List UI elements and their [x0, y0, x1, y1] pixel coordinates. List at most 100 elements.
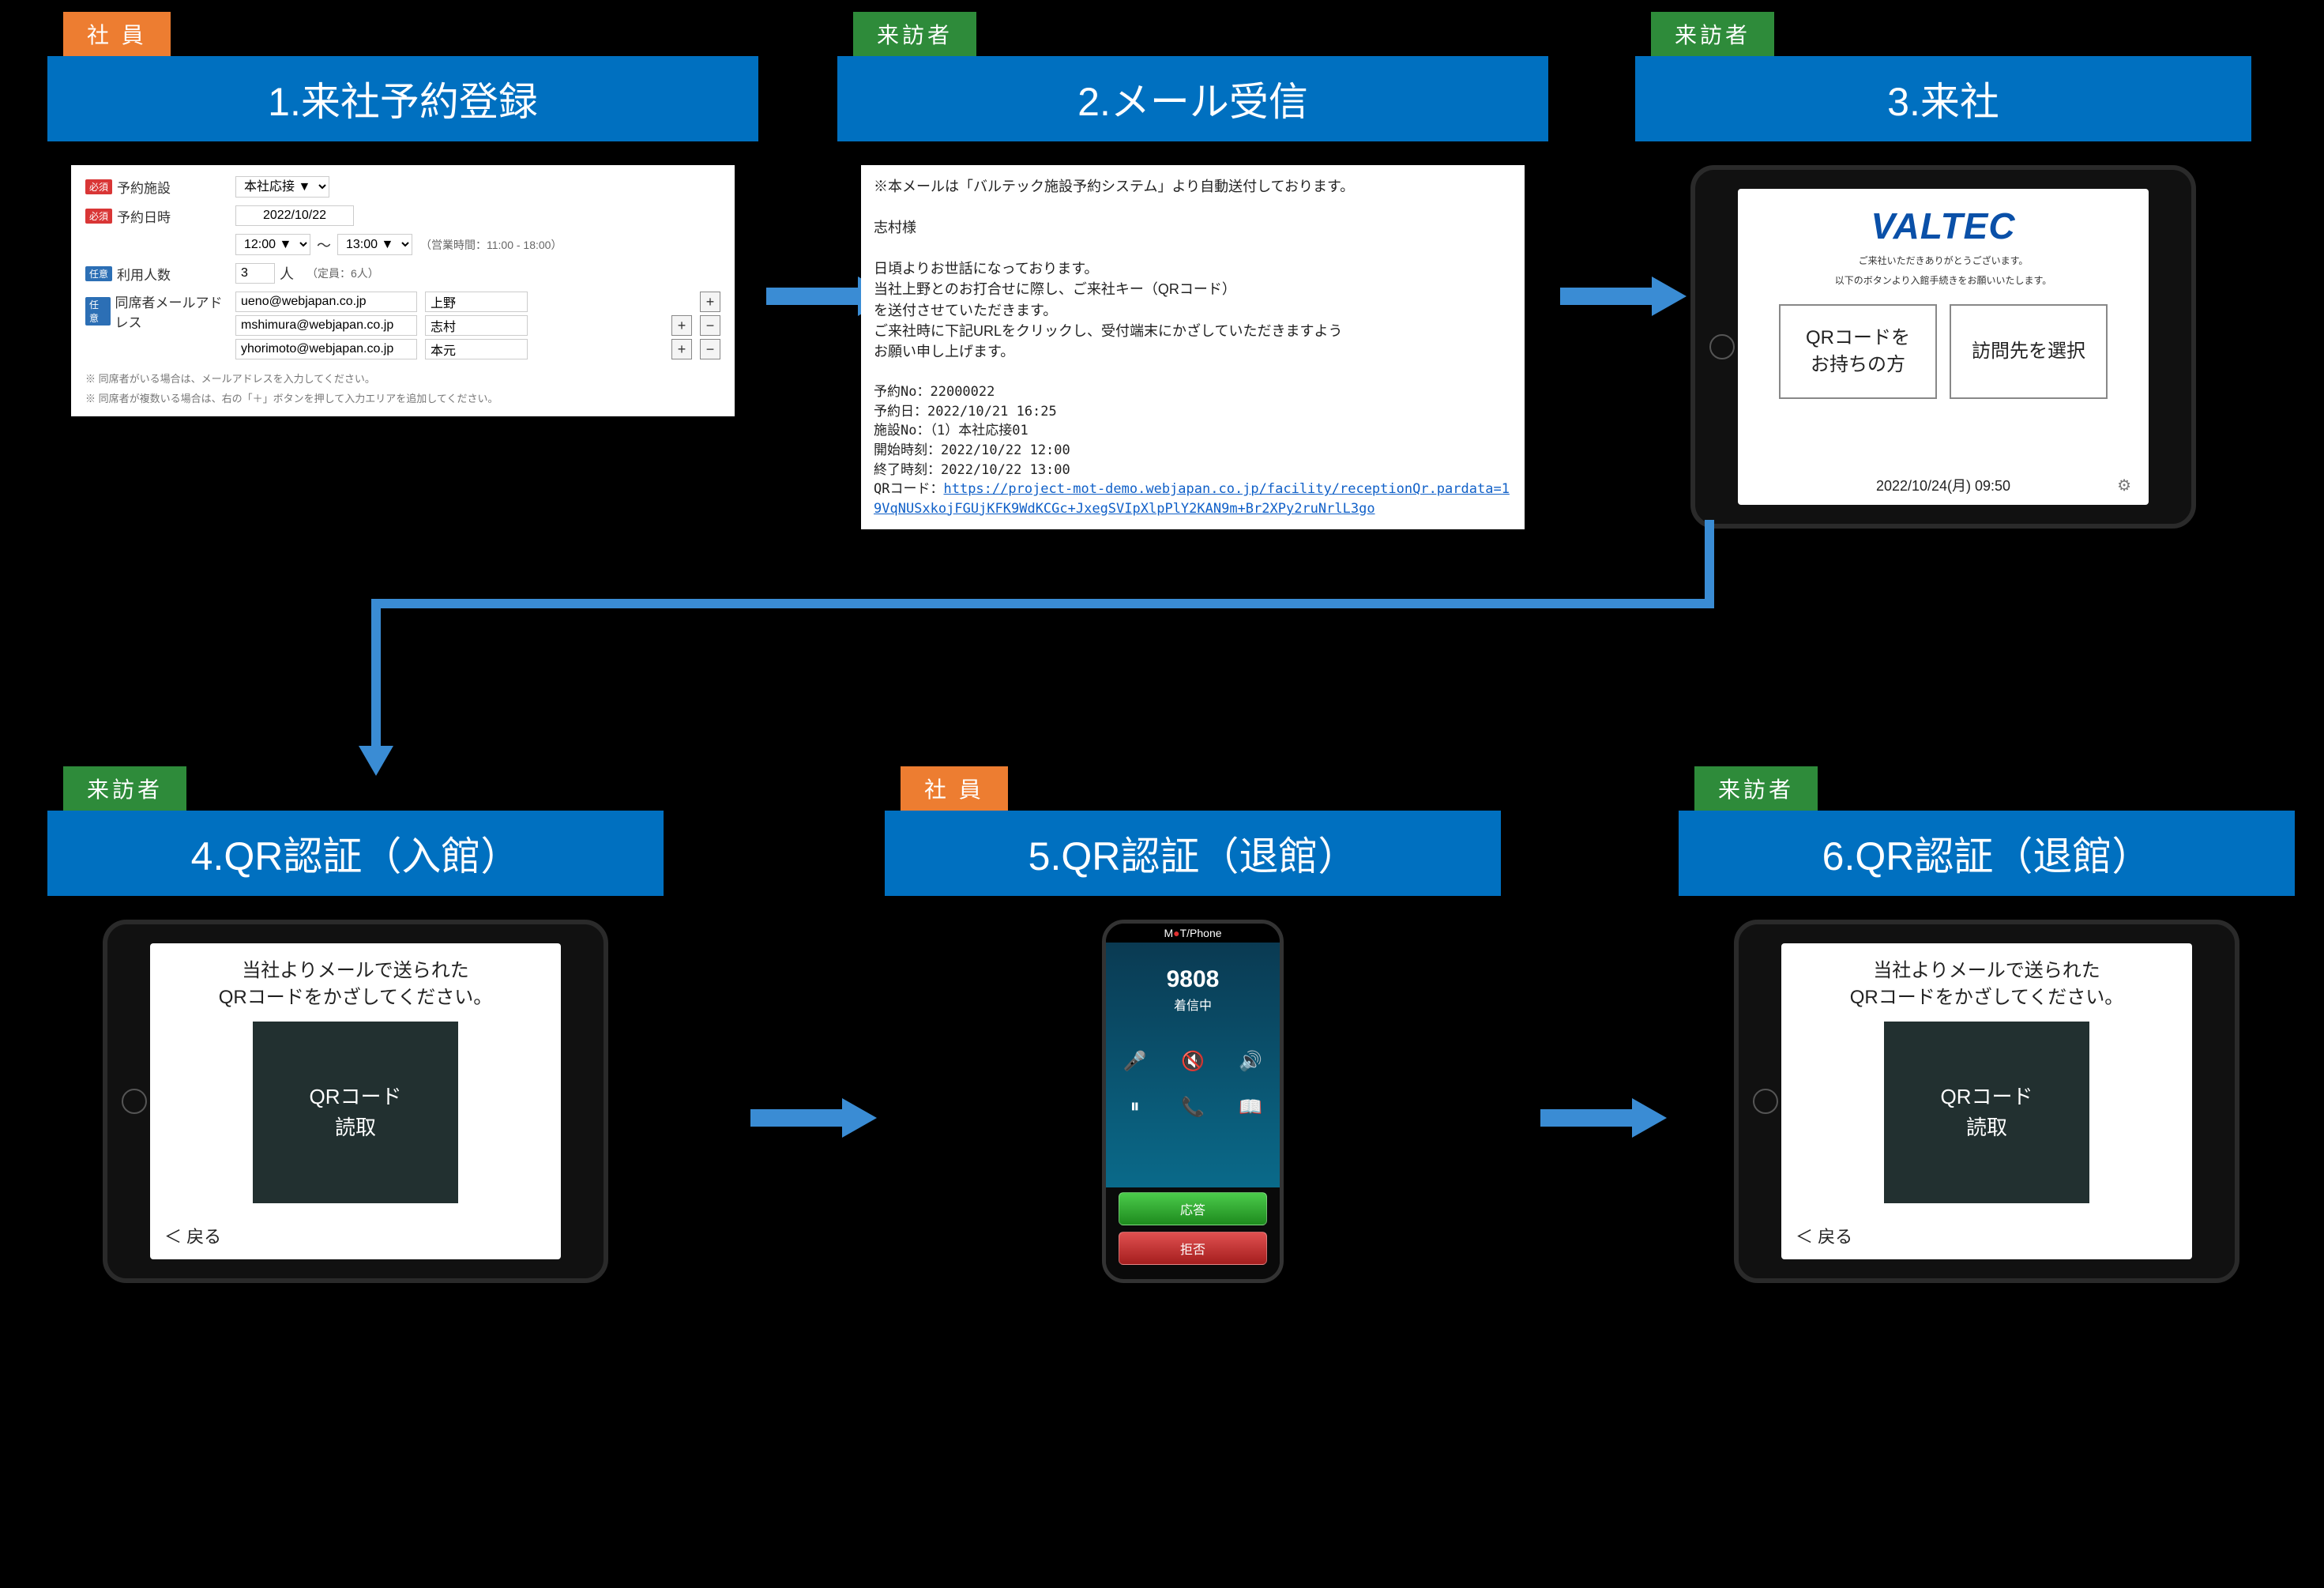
- label-date: 予約日時: [117, 206, 171, 226]
- time-from-select[interactable]: 12:00 ▼: [235, 234, 310, 255]
- email-line: を送付させていただきます。: [874, 300, 1512, 321]
- call-status: 着信中: [1106, 995, 1280, 1014]
- arrow-icon: [1540, 1098, 1667, 1138]
- qr-url-link[interactable]: https://project-mot-demo.webjapan.co.jp/…: [874, 481, 1510, 517]
- time-sep: ～: [317, 235, 331, 255]
- incoming-number: 9808: [1106, 943, 1280, 993]
- role-tag-visitor: 来訪者: [1651, 12, 1774, 56]
- role-tag-visitor: 来訪者: [1694, 766, 1818, 811]
- home-button-icon: [1709, 334, 1735, 359]
- form-footnote: ※ 同席者がいる場合は、メールアドレスを入力してください。: [85, 371, 720, 386]
- answer-button[interactable]: 応答: [1119, 1192, 1267, 1225]
- home-button-icon: [1753, 1089, 1778, 1114]
- capacity-note: （定員：6人）: [306, 265, 379, 281]
- date-input[interactable]: [235, 205, 354, 226]
- nav-back-icon[interactable]: ◁: [1130, 1278, 1141, 1283]
- field-value: 2022/10/22 13:00: [941, 462, 1070, 478]
- required-badge: 必須: [85, 209, 112, 224]
- qr-scan-box[interactable]: QRコード 読取: [253, 1022, 458, 1203]
- email-addr-input[interactable]: [235, 315, 417, 336]
- email-addr-input[interactable]: [235, 292, 417, 312]
- people-unit: 人: [280, 263, 294, 284]
- step-3: 来訪者 3.来社 VALTEC ご来社いただきありがとうございます。 以下のボタ…: [1635, 12, 2251, 529]
- field-label: 施設No：: [874, 423, 930, 438]
- form-footnote: ※ 同席者が複数いる場合は、右の「＋」ボタンを押して入力エリアを追加してください…: [85, 390, 720, 405]
- qr-instruction: 当社よりメールで送られた: [150, 958, 561, 984]
- people-input[interactable]: [235, 263, 275, 284]
- add-row-button[interactable]: +: [671, 315, 692, 336]
- add-row-button[interactable]: +: [671, 339, 692, 359]
- pause-icon[interactable]: ⏸: [1119, 1091, 1151, 1123]
- gear-icon[interactable]: ⚙: [2117, 476, 2131, 495]
- flow-connector: [371, 599, 1714, 777]
- email-name-input[interactable]: [425, 339, 528, 359]
- mic-icon[interactable]: 🎤: [1119, 1045, 1151, 1077]
- tablet-device: 当社よりメールで送られた QRコードをかざしてください。 QRコード 読取 ＜ …: [1734, 920, 2239, 1283]
- field-label: 終了時刻：: [874, 462, 941, 478]
- step1-title: 1.来社予約登録: [47, 56, 758, 141]
- qr-instruction: QRコードをかざしてください。: [150, 984, 561, 1011]
- email-addr-input[interactable]: [235, 339, 417, 359]
- step3-title: 3.来社: [1635, 56, 2251, 141]
- field-label: 予約No：: [874, 384, 930, 400]
- nav-home-icon[interactable]: ○: [1190, 1278, 1198, 1283]
- email-line: 当社上野とのお打合せに際し、ご来社キー（QRコード）: [874, 279, 1512, 299]
- field-value: 2022/10/22 12:00: [941, 442, 1070, 458]
- email-name-input[interactable]: [425, 292, 528, 312]
- nav-recent-icon[interactable]: □: [1247, 1278, 1255, 1283]
- email-name-input[interactable]: [425, 315, 528, 336]
- tablet-device: 当社よりメールで送られた QRコードをかざしてください。 QRコード 読取 ＜ …: [103, 920, 608, 1283]
- email-row: + −: [235, 315, 720, 336]
- required-badge: 必須: [85, 179, 112, 194]
- back-button[interactable]: ＜ 戻る: [164, 1223, 221, 1248]
- qr-scan-screen: 当社よりメールで送られた QRコードをかざしてください。 QRコード 読取 ＜ …: [150, 943, 561, 1259]
- optional-badge: 任意: [85, 297, 111, 326]
- add-row-button[interactable]: +: [700, 292, 720, 312]
- contacts-icon[interactable]: 📖: [1235, 1091, 1266, 1123]
- optional-badge: 任意: [85, 266, 112, 281]
- tablet-device: VALTEC ご来社いただきありがとうございます。 以下のボタンより入館手続きを…: [1690, 165, 2196, 529]
- step2-title: 2.メール受信: [837, 56, 1548, 141]
- home-button-icon: [122, 1089, 147, 1114]
- select-destination-button[interactable]: 訪問先を選択: [1950, 304, 2108, 399]
- field-value: 22000022: [930, 384, 995, 400]
- speaker-icon[interactable]: 🔊: [1235, 1045, 1266, 1077]
- label-people: 利用人数: [117, 264, 171, 284]
- phone-device: M●T/Phone 9808 着信中 🎤 🔇 🔊 ⏸ 📞 📖 応答 拒否: [1102, 920, 1284, 1283]
- email-body: ※本メールは「バルテック施設予約システム」より自動送付しております。 志村様 日…: [861, 165, 1525, 529]
- step6-title: 6.QR認証（退館）: [1679, 811, 2295, 896]
- location-select[interactable]: 本社応接 ▼: [235, 176, 329, 198]
- email-header: ※本メールは「バルテック施設予約システム」より自動送付しております。: [874, 176, 1512, 197]
- remove-row-button[interactable]: −: [700, 339, 720, 359]
- field-value: 2022/10/21 16:25: [927, 404, 1057, 420]
- phone-app-name: M●T/Phone: [1106, 924, 1280, 943]
- role-tag-visitor: 来訪者: [853, 12, 976, 56]
- step-2: 来訪者 2.メール受信 ※本メールは「バルテック施設予約システム」より自動送付し…: [837, 12, 1548, 529]
- remove-row-button[interactable]: −: [700, 315, 720, 336]
- mute-icon[interactable]: 🔇: [1177, 1045, 1209, 1077]
- qr-instruction: 当社よりメールで送られた: [1781, 958, 2192, 984]
- reception-subtitle: 以下のボタンより入館手続きをお願いいたします。: [1738, 273, 2149, 287]
- email-row: +: [235, 292, 720, 312]
- qr-scan-box[interactable]: QRコード 読取: [1884, 1022, 2089, 1203]
- reject-button[interactable]: 拒否: [1119, 1232, 1267, 1265]
- email-row: + −: [235, 339, 720, 359]
- reservation-form: 必須予約施設 本社応接 ▼ 必須予約日時 12:00 ▼ ～ 13:00 ▼ （…: [71, 165, 735, 416]
- phone-icon[interactable]: 📞: [1177, 1091, 1209, 1123]
- role-tag-employee: 社 員: [901, 766, 1008, 811]
- reception-screen: VALTEC ご来社いただきありがとうございます。 以下のボタンより入館手続きを…: [1738, 189, 2149, 505]
- email-line: お願い申し上げます。: [874, 341, 1512, 362]
- time-to-select[interactable]: 13:00 ▼: [337, 234, 412, 255]
- reception-subtitle: ご来社いただきありがとうございます。: [1738, 254, 2149, 267]
- step-4: 来訪者 4.QR認証（入館） 当社よりメールで送られた QRコードをかざしてくだ…: [47, 766, 664, 1283]
- hours-note: （営業時間：11:00 - 18:00）: [420, 237, 562, 253]
- role-tag-visitor: 来訪者: [63, 766, 186, 811]
- back-button[interactable]: ＜ 戻る: [1796, 1223, 1852, 1248]
- qr-holder-button[interactable]: QRコードを お持ちの方: [1779, 304, 1937, 399]
- email-line: ご来社時に下記URLをクリックし、受付端末にかざしていただきますよう: [874, 321, 1512, 341]
- field-label: 予約日：: [874, 404, 927, 420]
- label-location: 予約施設: [117, 177, 171, 197]
- qr-instruction: QRコードをかざしてください。: [1781, 984, 2192, 1011]
- role-tag-employee: 社 員: [63, 12, 171, 56]
- field-label: 開始時刻：: [874, 442, 941, 458]
